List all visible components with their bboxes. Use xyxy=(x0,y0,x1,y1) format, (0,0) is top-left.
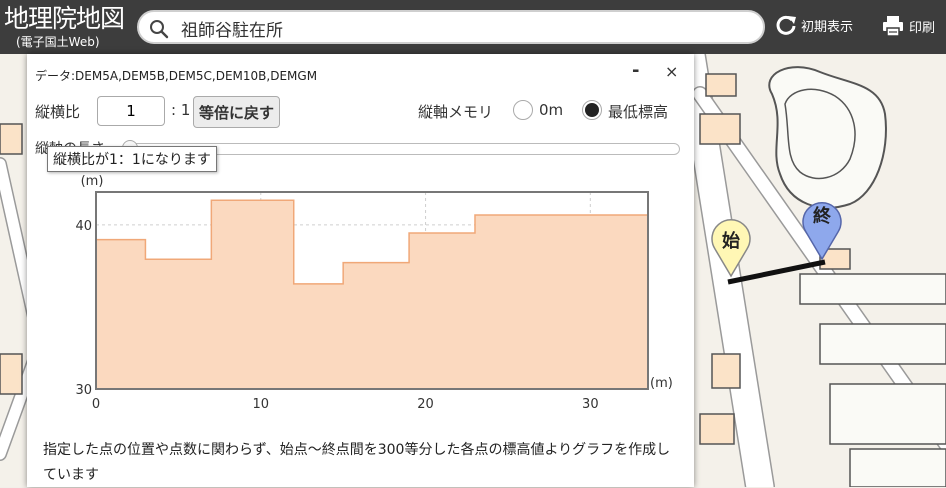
elevation-chart: 0 10 20 30 30 40 (m) (m) xyxy=(75,174,673,412)
header-bar: 地理院地図 (電子国土Web) 初期表示 印刷 xyxy=(0,0,946,54)
search-box[interactable] xyxy=(137,10,765,44)
search-input[interactable] xyxy=(179,15,743,41)
x-tick-label: 10 xyxy=(253,397,270,412)
site-logo[interactable]: 地理院地図 (電子国土Web) xyxy=(4,4,125,48)
logo-subtitle: (電子国土Web) xyxy=(16,35,100,49)
chart-note: 指定した点の位置や点数に関わらず、始点～終点間を300等分した各点の標高値よりグ… xyxy=(43,442,671,483)
aspect-tooltip: 縦横比が1：1になります xyxy=(47,146,217,172)
y-tick-label: 40 xyxy=(75,219,92,234)
search-icon[interactable] xyxy=(149,19,169,39)
elevation-profile-panel: データ:DEM5A,DEM5B,DEM5C,DEM10B,DEMGM - × 縦… xyxy=(27,54,694,487)
refresh-icon xyxy=(776,15,796,35)
printer-icon xyxy=(883,16,903,37)
y-tick-label: 30 xyxy=(75,383,92,398)
initial-view-button[interactable]: 初期表示 xyxy=(775,14,853,36)
y-axis-unit: (m) xyxy=(81,174,104,189)
initial-view-label: 初期表示 xyxy=(801,19,854,35)
x-tick-label: 0 xyxy=(92,397,100,412)
logo-title: 地理院地図 xyxy=(4,4,125,33)
start-marker-label: 始 xyxy=(722,230,740,252)
end-marker-label: 終 xyxy=(813,205,832,227)
x-axis-unit: (m) xyxy=(650,376,673,391)
print-label: 印刷 xyxy=(909,20,936,36)
elevation-area xyxy=(96,200,648,389)
x-tick-label: 20 xyxy=(417,397,434,412)
x-tick-label: 30 xyxy=(582,397,599,412)
print-button[interactable]: 印刷 xyxy=(881,14,935,38)
